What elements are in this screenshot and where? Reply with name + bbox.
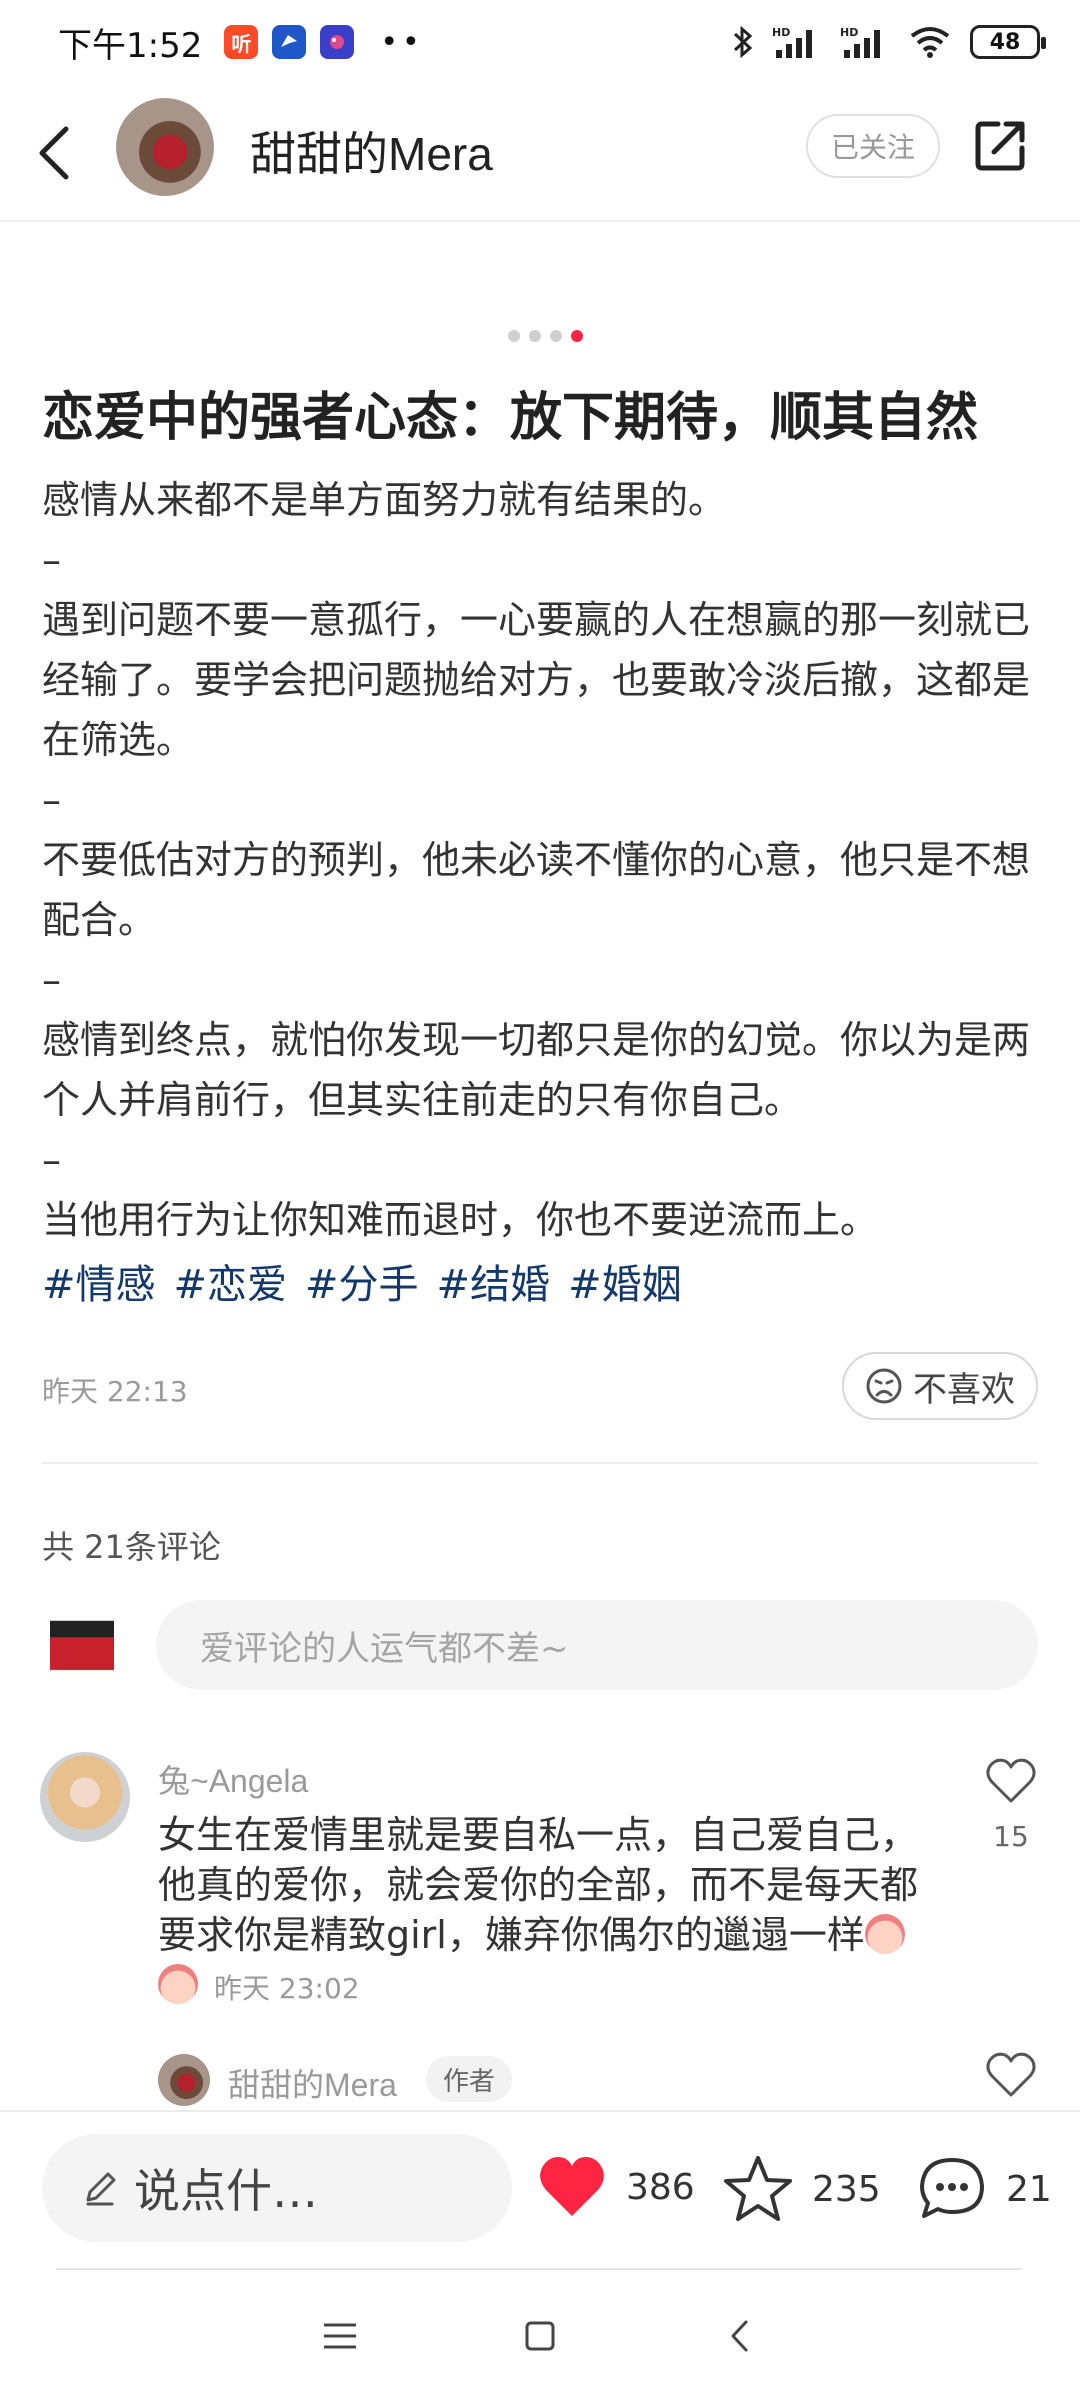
post-separator: – bbox=[42, 958, 61, 1002]
post-time: 昨天 22:13 bbox=[42, 1375, 188, 1408]
square-icon bbox=[525, 2321, 555, 2351]
post-header: 甜甜的Mera 已关注 bbox=[0, 84, 1080, 222]
comment-total: 21 bbox=[1006, 2168, 1052, 2210]
status-time: 下午1:52 bbox=[58, 25, 203, 66]
post-separator: – bbox=[42, 538, 61, 582]
menu-nav-button[interactable] bbox=[310, 2306, 370, 2366]
post-paragraph: 遇到问题不要一意孤行，一心要赢的人在想赢的那一刻就已经输了。要学会把问题抛给对方… bbox=[42, 598, 1031, 762]
pencil-icon bbox=[86, 2172, 116, 2206]
star-outline-icon bbox=[724, 2156, 792, 2221]
say-something-input[interactable]: 说点什… bbox=[42, 2134, 512, 2242]
bluetooth-icon bbox=[733, 25, 753, 59]
bird-app-icon bbox=[272, 25, 307, 59]
my-avatar bbox=[50, 1604, 114, 1686]
signal-hd-2-icon: HD bbox=[840, 26, 880, 58]
blush-emoji-icon bbox=[864, 1914, 905, 1954]
tag-link[interactable]: #婚姻 bbox=[568, 1252, 682, 1310]
hamburger-icon bbox=[324, 2323, 356, 2349]
svg-text:HD: HD bbox=[840, 26, 858, 39]
chat-bubble-icon bbox=[920, 2158, 984, 2218]
game-app-icon bbox=[320, 25, 355, 59]
author-name[interactable]: 甜甜的Mera bbox=[250, 118, 493, 184]
post-paragraph: 感情到终点，就怕你发现一切都只是你的幻觉。你以为是两个人并肩前行，但其实往前走的… bbox=[42, 1018, 1031, 1122]
tag-link[interactable]: #分手 bbox=[305, 1252, 419, 1310]
follow-button[interactable]: 已关注 bbox=[806, 114, 940, 178]
heart-filled-icon bbox=[540, 2157, 604, 2216]
bottom-action-bar: 说点什… 386 235 21 bbox=[0, 2110, 1080, 2272]
frown-face-icon bbox=[866, 1368, 902, 1404]
post-paragraph: 感情从来都不是单方面努力就有结果的。 bbox=[42, 478, 727, 522]
comment-count: 共 21条评论 bbox=[42, 1528, 221, 1566]
post-paragraph: 当他用行为让你知难而退时，你也不要逆流而上。 bbox=[42, 1198, 879, 1242]
bottom-divider bbox=[56, 2268, 1022, 2270]
pager-dot bbox=[549, 330, 562, 342]
like-button[interactable]: 386 bbox=[536, 2154, 695, 2220]
back-button[interactable] bbox=[34, 118, 84, 188]
more-notifications-icon: •• bbox=[380, 24, 424, 60]
comment-like-count: 15 bbox=[993, 1820, 1029, 1853]
post-separator: – bbox=[42, 1138, 61, 1182]
comment-time: 昨天 23:02 bbox=[214, 1972, 360, 2005]
share-button[interactable] bbox=[972, 118, 1028, 174]
signal-hd-1-icon: HD bbox=[772, 26, 812, 58]
reply-author-name[interactable]: 甜甜的Mera bbox=[228, 2060, 397, 2106]
tag-link[interactable]: #情感 bbox=[42, 1252, 156, 1310]
status-left: 下午1:52 听 •• bbox=[58, 18, 424, 67]
comment-like-button[interactable] bbox=[984, 1756, 1038, 1806]
dislike-label: 不喜欢 bbox=[913, 1369, 1015, 1410]
chevron-left-icon bbox=[731, 2320, 748, 2352]
post-paragraph: 不要低估对方的预判，他未必读不懂你的心意，他只是不想配合。 bbox=[42, 838, 1031, 942]
section-divider bbox=[42, 1462, 1038, 1464]
share-icon bbox=[975, 121, 1025, 171]
pager-dot-active bbox=[570, 330, 583, 342]
post-title: 恋爱中的强者心态：放下期待，顺其自然 bbox=[42, 388, 979, 448]
wifi-icon bbox=[910, 27, 950, 58]
post-tags: #情感 #恋爱 #分手 #结婚 #婚姻 bbox=[42, 1252, 682, 1310]
pager-dot bbox=[507, 330, 520, 342]
reply-like-button[interactable] bbox=[984, 2050, 1038, 2100]
status-bar: 下午1:52 听 •• HD HD 48 bbox=[0, 0, 1080, 84]
listen-app-icon: 听 bbox=[224, 25, 259, 59]
tag-link[interactable]: #结婚 bbox=[437, 1252, 551, 1310]
post-body: 感情从来都不是单方面努力就有结果的。 – 遇到问题不要一意孤行，一心要赢的人在想… bbox=[42, 470, 1042, 1250]
reply-author-avatar[interactable] bbox=[158, 2054, 210, 2106]
pager-dot bbox=[528, 330, 541, 342]
heart-outline-icon bbox=[986, 2052, 1036, 2097]
heart-outline-icon bbox=[986, 1758, 1036, 1803]
svg-text:HD: HD bbox=[772, 26, 790, 39]
comment-body: 女生在爱情里就是要自私一点，自己爱自己，他真的爱你，就会爱你的全部，而不是每天都… bbox=[158, 1813, 919, 1957]
dislike-button[interactable]: 不喜欢 bbox=[842, 1352, 1038, 1420]
comment-input[interactable]: 爱评论的人运气都不差~ bbox=[156, 1600, 1038, 1690]
system-nav-bar bbox=[0, 2272, 1080, 2400]
commenter-avatar[interactable] bbox=[40, 1752, 130, 1842]
blush-emoji-icon bbox=[158, 1964, 198, 2004]
comment-button[interactable]: 21 bbox=[916, 2154, 1052, 2224]
battery-icon: 48 bbox=[970, 25, 1046, 59]
author-avatar[interactable] bbox=[116, 98, 214, 196]
status-right: HD HD 48 bbox=[732, 24, 1046, 60]
home-nav-button[interactable] bbox=[510, 2306, 570, 2366]
like-count: 386 bbox=[626, 2166, 695, 2208]
author-badge: 作者 bbox=[426, 2056, 512, 2102]
favorite-button[interactable]: 235 bbox=[722, 2154, 881, 2224]
say-something-label: 说点什… bbox=[134, 2164, 318, 2218]
comment-text[interactable]: 女生在爱情里就是要自私一点，自己爱自己，他真的爱你，就会爱你的全部，而不是每天都… bbox=[158, 1810, 918, 2014]
back-nav-button[interactable] bbox=[710, 2306, 770, 2366]
image-pager bbox=[0, 330, 1080, 342]
chevron-left-icon bbox=[39, 126, 69, 180]
tag-link[interactable]: #恋爱 bbox=[174, 1252, 288, 1310]
favorite-count: 235 bbox=[812, 2168, 881, 2210]
post-separator: – bbox=[42, 778, 61, 822]
commenter-name[interactable]: 兔~Angela bbox=[158, 1756, 308, 1802]
